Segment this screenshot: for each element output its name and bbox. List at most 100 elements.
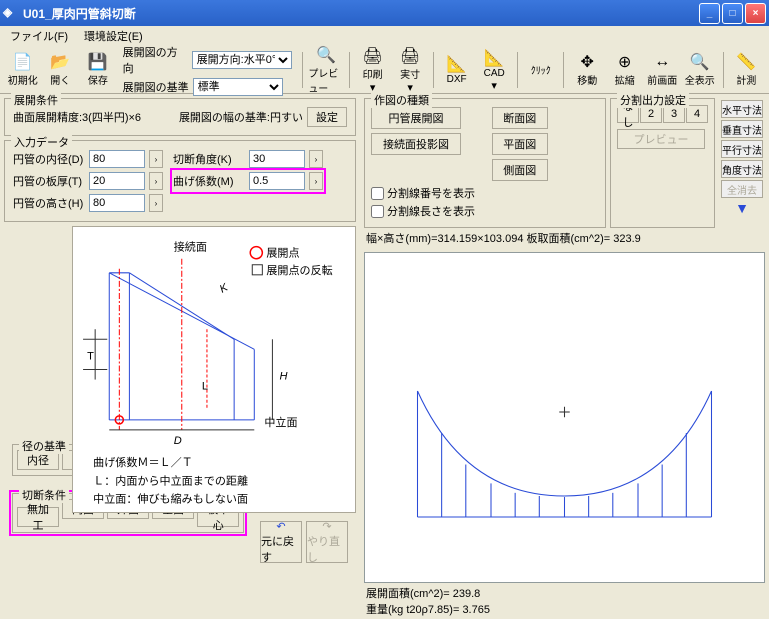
divout-legend: 分割出力設定 [617, 92, 689, 108]
pipe-dev-button[interactable]: 円管展開図 [371, 107, 461, 129]
divout-group: 分割出力設定 なし 2 3 4 プレビュー [610, 98, 715, 228]
L-label: L [202, 381, 208, 393]
diagram-area: 接続面 展開点 展開点の反転 T [72, 226, 356, 513]
cutcond-legend: 切断条件 [19, 487, 69, 503]
dxf-icon: 📐 [447, 54, 467, 74]
coef-input[interactable] [249, 172, 305, 190]
status-top: 幅×高さ(mm)=314.159×103.094 板取面積(cm^2)= 323… [364, 228, 765, 248]
height-input[interactable] [89, 194, 145, 212]
open-icon: 📂 [50, 52, 70, 72]
angle-spin[interactable]: › [309, 150, 323, 168]
T-label: T [87, 350, 94, 362]
open-button[interactable]: 📂開く [42, 50, 80, 90]
init-icon: 📄 [13, 52, 33, 72]
vdim-button[interactable]: 垂直寸法 [721, 120, 763, 138]
height-spin[interactable]: › [149, 194, 163, 212]
input-group: 入力データ 円管の内径(D)› 円管の板厚(T)› 円管の高さ(H)› 切断角度… [4, 140, 356, 222]
status-area: 展開面積(cm^2)= 239.8 [366, 585, 763, 601]
coef-spin[interactable]: › [309, 172, 323, 190]
widthbase-label: 展開図の幅の基準:円すい [179, 109, 303, 125]
H-label: H [279, 371, 287, 383]
zoom-icon: ⊕ [618, 52, 631, 72]
down-arrow-icon: ▼ [735, 200, 749, 216]
devcond-group: 展開条件 曲面展開精度:3(四半円)×6 展開図の幅の基準:円すい 設定 [4, 98, 356, 136]
side-button[interactable]: 側面図 [492, 159, 548, 181]
init-button[interactable]: 📄初期化 [4, 50, 42, 90]
clear-button[interactable]: 全消去 [721, 180, 763, 198]
inner-d-label: 円管の内径(D) [13, 151, 85, 167]
drawtype-group: 作図の種類 円管展開図 接続面投影図 断面図 平面図 側面図 分割線番号を表示 … [364, 98, 606, 228]
input-legend: 入力データ [11, 134, 72, 150]
numchk[interactable] [371, 187, 384, 200]
preview-button[interactable]: 🔍プレビュー [307, 50, 345, 90]
close-button[interactable]: × [745, 3, 766, 24]
formula2: Ｌ：内面から中立面までの距離 [93, 473, 248, 487]
neutral-label: 中立面 [264, 415, 297, 429]
move-button[interactable]: ✥移動 [568, 50, 606, 90]
cad-icon: 📐 [484, 48, 504, 68]
formula1: 曲げ係数Ｍ＝Ｌ／Ｔ [93, 456, 193, 469]
pdim-button[interactable]: 平行寸法 [721, 140, 763, 158]
inner-d-spin[interactable]: › [149, 150, 163, 168]
devcond-legend: 展開条件 [11, 92, 61, 108]
devpt-label: 展開点 [266, 247, 299, 260]
adim-button[interactable]: 角度寸法 [721, 160, 763, 178]
click-button[interactable]: ｸﾘｯｸ [522, 50, 560, 90]
cad-button[interactable]: 📐CAD▾ [475, 50, 513, 90]
base-select[interactable]: 標準 [193, 78, 283, 96]
D-label: D [174, 435, 182, 447]
all-button[interactable]: 🔍全表示 [681, 50, 719, 90]
thickness-input[interactable] [89, 172, 145, 190]
front-button[interactable]: ↔前画面 [644, 50, 682, 90]
status-weight: 重量(kg t20ρ7.85)= 3.765 [366, 601, 763, 617]
curve-label: 曲面展開精度:3(四半円)×6 [13, 109, 141, 125]
K-label: K [218, 281, 231, 295]
direction-select[interactable]: 展開方向:水平0° [192, 51, 293, 69]
section-button[interactable]: 断面図 [492, 107, 548, 129]
formula3: 中立面：伸びも縮みもしない面 [93, 491, 248, 505]
print-icon: 🖨 [362, 46, 382, 66]
all-icon: 🔍 [690, 52, 710, 72]
thickness-label: 円管の板厚(T) [13, 173, 85, 189]
move-icon: ✥ [581, 52, 594, 72]
calc-icon: 📏 [736, 52, 756, 72]
redo-button[interactable]: ↷やり直し [306, 521, 348, 563]
actual-button[interactable]: 🖨実寸▾ [391, 50, 429, 90]
front-icon: ↔ [654, 52, 670, 72]
hdim-button[interactable]: 水平寸法 [721, 100, 763, 118]
dxf-button[interactable]: 📐DXF [438, 50, 476, 90]
divout-preview-button[interactable]: プレビュー [617, 129, 705, 149]
actual-icon: 🖨 [400, 46, 420, 66]
angle-label: 切断角度(K) [173, 151, 245, 167]
thickness-spin[interactable]: › [149, 172, 163, 190]
dir-label: 展開図の方向 [123, 44, 188, 76]
reverse-label: 展開点の反転 [266, 264, 332, 277]
menu-file[interactable]: ファイル(F) [4, 26, 74, 46]
window-title: U01_厚肉円管斜切断 [23, 5, 699, 22]
undo-button[interactable]: ↶元に戻す [260, 521, 302, 563]
base-label: 展開図の基準 [123, 79, 189, 95]
angle-input[interactable] [249, 150, 305, 168]
height-label: 円管の高さ(H) [13, 195, 85, 211]
preview-area[interactable] [364, 252, 765, 583]
inner-d-input[interactable] [89, 150, 145, 168]
conn-label: 接続面 [174, 240, 207, 254]
drawtype-legend: 作図の種類 [371, 92, 432, 108]
maximize-button[interactable]: □ [722, 3, 743, 24]
save-button[interactable]: 💾保存 [79, 50, 117, 90]
divout-4[interactable]: 4 [686, 105, 708, 123]
devcond-set-button[interactable]: 設定 [307, 107, 347, 127]
plan-button[interactable]: 平面図 [492, 133, 548, 155]
calc-button[interactable]: 📏計測 [728, 50, 766, 90]
zoom-button[interactable]: ⊕拡縮 [606, 50, 644, 90]
lenchk[interactable] [371, 205, 384, 218]
save-icon: 💾 [88, 52, 108, 72]
undo-icon: ↶ [276, 520, 285, 533]
print-button[interactable]: 🖨印刷▾ [354, 50, 392, 90]
diagbase-legend: 径の基準 [19, 438, 69, 454]
tangent-button[interactable]: 接続面投影図 [371, 133, 461, 155]
minimize-button[interactable]: _ [699, 3, 720, 24]
redo-icon: ↷ [322, 520, 331, 533]
none-button[interactable]: 無加工 [17, 507, 59, 527]
preview-icon: 🔍 [316, 45, 336, 65]
